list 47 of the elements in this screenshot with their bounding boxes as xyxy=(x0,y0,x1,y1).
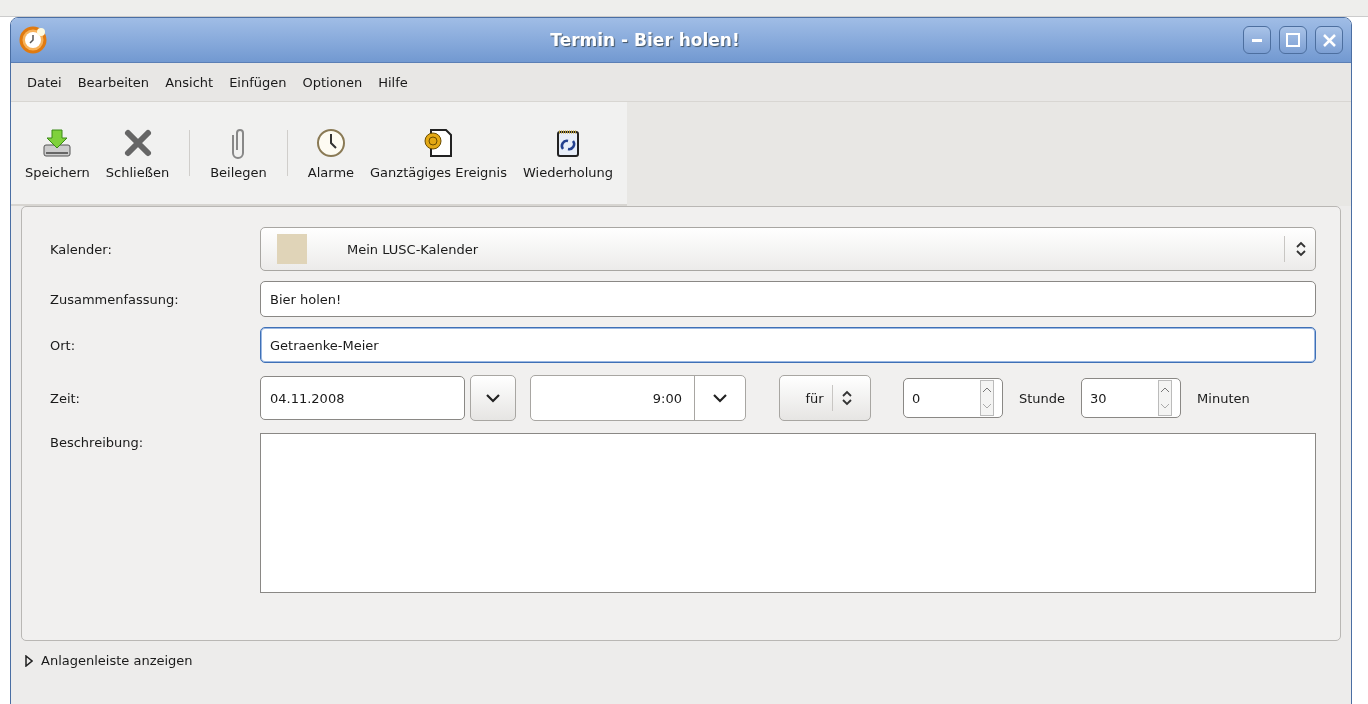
menu-item[interactable]: Hilfe xyxy=(370,70,416,94)
field-label: Zusammenfassung: xyxy=(50,291,180,307)
minutes-spinbox[interactable]: 30 xyxy=(1081,378,1182,418)
minimize-button[interactable] xyxy=(1243,26,1271,54)
unit-label: Stunde xyxy=(1019,390,1066,406)
download-drive-icon xyxy=(41,126,74,159)
toolbar-button[interactable]: Ganztägiges Ereignis xyxy=(362,102,515,204)
close-button[interactable] xyxy=(1315,26,1343,54)
field-label: Zeit: xyxy=(50,390,81,406)
date-field[interactable]: 04.11.2008 xyxy=(260,376,465,420)
maximize-button[interactable] xyxy=(1279,26,1307,54)
field-label: Beschreibung: xyxy=(50,434,145,450)
window-title: Termin - Bier holen! xyxy=(549,30,741,50)
calendar-dropdown[interactable]: Mein LUSC-Kalender xyxy=(260,227,1316,271)
toolbar-button[interactable]: Speichern xyxy=(17,102,98,204)
time-combo[interactable]: 9:00 xyxy=(530,375,746,421)
menu-item[interactable]: Ansicht xyxy=(157,70,222,94)
menu-item[interactable]: Datei xyxy=(19,70,70,94)
field-label: Ort: xyxy=(50,337,77,353)
chevron-down-icon xyxy=(712,391,728,405)
duration-mode-dropdown[interactable]: für xyxy=(779,375,871,421)
clock-icon xyxy=(314,126,347,159)
spin-arrows-icon xyxy=(980,380,994,416)
up-down-chevron-icon xyxy=(1295,240,1307,258)
menu-item[interactable]: Einfügen xyxy=(221,70,295,94)
toolbar-button[interactable]: Wiederholung xyxy=(515,102,622,204)
toolbar-button[interactable]: Beilegen xyxy=(202,102,275,204)
menu-item[interactable]: Bearbeiten xyxy=(69,70,158,94)
attachment-bar-expander[interactable]: Anlagenleiste anzeigen xyxy=(25,649,193,672)
maximize-icon xyxy=(1286,33,1300,47)
menu-item[interactable]: Optionen xyxy=(294,70,371,94)
clock-app-icon xyxy=(19,26,47,54)
toolbar-button[interactable]: Schließen xyxy=(97,102,178,204)
close-icon xyxy=(1322,33,1336,47)
toolbar-button[interactable]: Alarme xyxy=(299,102,363,204)
up-down-chevron-icon xyxy=(840,389,853,407)
spin-arrows-icon xyxy=(1158,380,1173,416)
description-field[interactable] xyxy=(260,433,1316,593)
minimize-icon xyxy=(1252,38,1262,42)
unit-label: Minuten xyxy=(1197,390,1250,406)
summary-field[interactable]: Bier holen! xyxy=(260,281,1316,317)
field-label: Kalender: xyxy=(50,241,113,257)
paperclip-icon xyxy=(230,126,247,159)
calendar-day-icon xyxy=(422,126,455,159)
location-field[interactable]: Getraenke-Meier xyxy=(260,327,1316,363)
chevron-down-icon xyxy=(485,391,501,405)
hours-spinbox[interactable]: 0 xyxy=(903,378,1003,418)
